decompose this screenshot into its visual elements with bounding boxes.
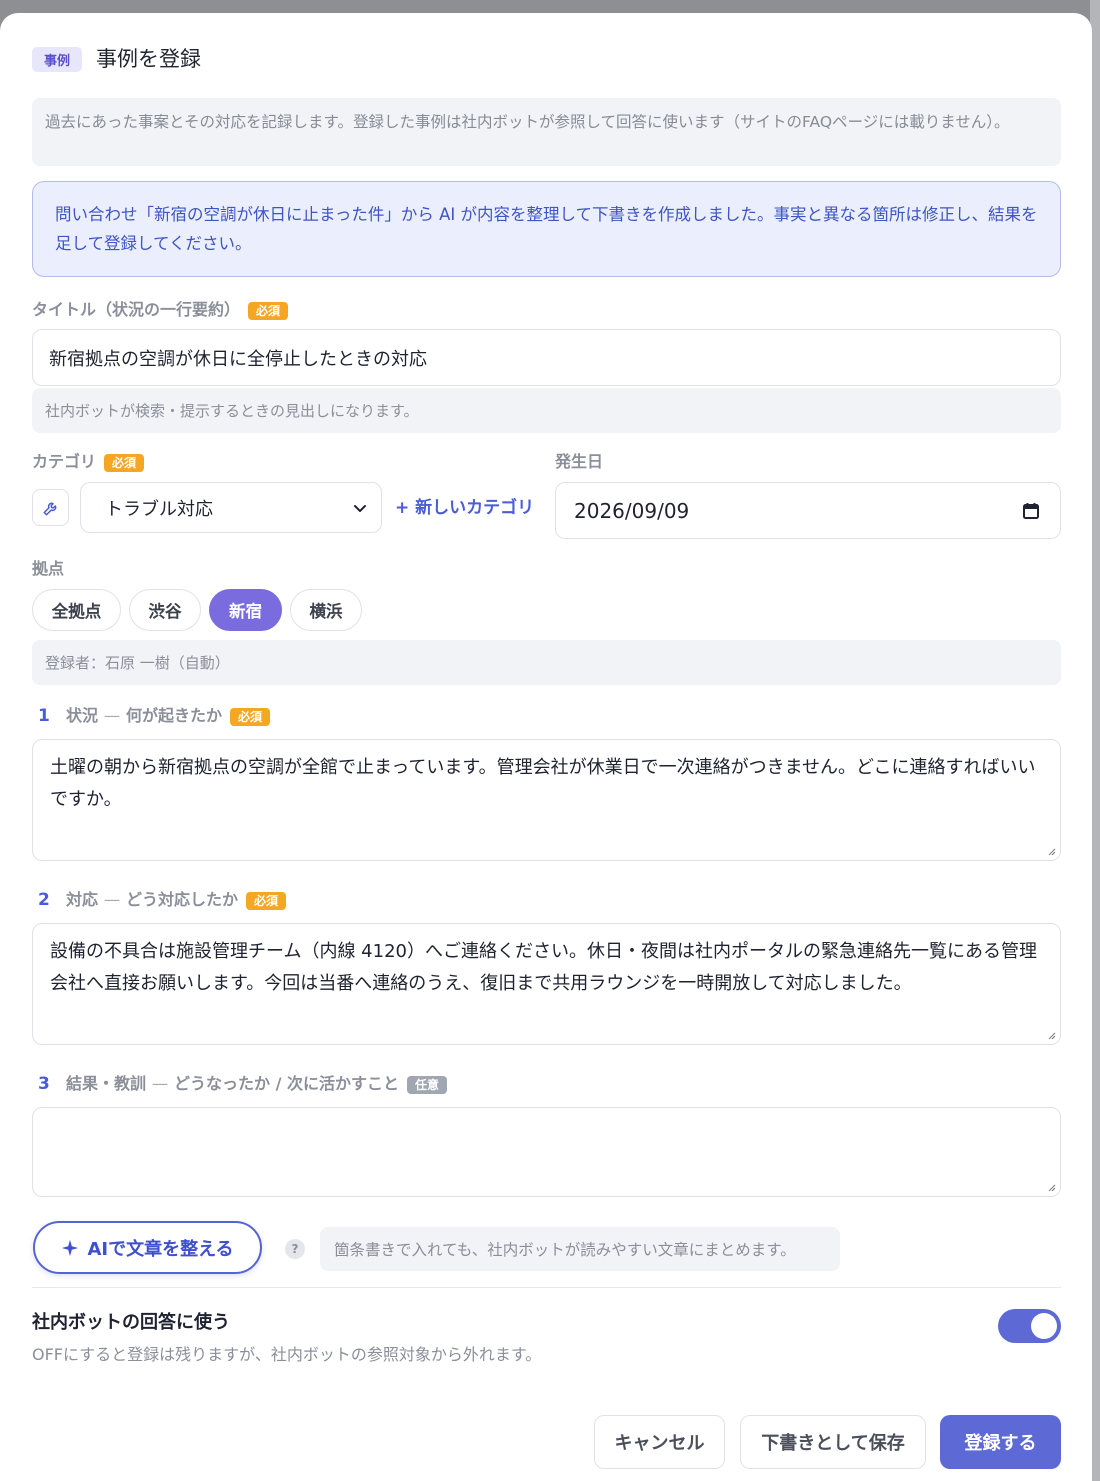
location-label: 拠点	[32, 559, 65, 578]
save-draft-button[interactable]: 下書きとして保存	[740, 1415, 926, 1469]
location-chip-yokohama[interactable]: 横浜	[290, 589, 362, 631]
em-dash: —	[104, 706, 121, 725]
required-badge: 必須	[246, 891, 287, 910]
category-field-label: カテゴリ 必須	[32, 451, 145, 473]
registrant-note: 登録者：石原 一樹（自動）	[32, 640, 1061, 685]
section-name: 対応	[66, 890, 99, 909]
divider	[32, 1287, 1061, 1288]
response-textarea[interactable]: 設備の不具合は施設管理チーム（内線 4120）へご連絡ください。休日・夜間は社内…	[32, 923, 1061, 1045]
category-label-text: カテゴリ	[32, 452, 97, 471]
calendar-icon[interactable]	[1022, 502, 1040, 520]
section-name: 結果・教訓	[66, 1074, 147, 1093]
category-select[interactable]: トラブル対応	[80, 482, 382, 533]
location-chip-shinjuku[interactable]: 新宿	[209, 589, 282, 631]
section-question: どう対応したか	[126, 890, 239, 909]
toggle-knob	[1031, 1313, 1057, 1339]
optional-badge: 任意	[407, 1075, 448, 1094]
title-label-text: タイトル（状況の一行要約）	[32, 300, 241, 319]
title-input[interactable]: 新宿拠点の空調が休日に全停止したときの対応	[32, 329, 1061, 386]
bot-toggle-title: 社内ボットの回答に使う	[32, 1312, 230, 1333]
section-number: 3	[38, 1074, 50, 1094]
bot-usage-toggle[interactable]	[998, 1309, 1061, 1343]
resize-handle-icon[interactable]	[1046, 1182, 1056, 1192]
resize-handle-icon[interactable]	[1046, 1030, 1056, 1040]
situation-textarea[interactable]: 土曜の朝から新宿拠点の空調が全館で止まっています。管理会社が休業日で一次連絡がつ…	[32, 739, 1061, 861]
header-badge: 事例	[32, 47, 82, 72]
resize-handle-icon[interactable]	[1046, 846, 1056, 856]
date-field-label: 発生日	[555, 452, 604, 471]
ai-tidy-label: AIで文章を整える	[87, 1238, 234, 1260]
section-question: どうなったか / 次に活かすこと	[174, 1074, 400, 1093]
bot-toggle-description: OFFにすると登録は残りますが、社内ボットの参照対象から外れます。	[32, 1345, 542, 1364]
sparkle-icon	[62, 1239, 79, 1256]
required-badge: 必須	[104, 453, 145, 472]
section-response-label: 2 対応 — どう対応したか 必須	[38, 889, 287, 911]
register-case-modal: 事例 事例を登録 過去にあった事案とその対応を記録します。登録した事例は社内ボッ…	[0, 13, 1092, 1481]
section-result-label: 3 結果・教訓 — どうなったか / 次に活かすこと 任意	[38, 1073, 448, 1095]
submit-button[interactable]: 登録する	[940, 1415, 1061, 1469]
title-field-label: タイトル（状況の一行要約） 必須	[32, 299, 289, 321]
section-number: 1	[38, 706, 50, 726]
title-hint: 社内ボットが検索・提示するときの見出しになります。	[32, 388, 1061, 433]
required-badge: 必須	[230, 707, 271, 726]
result-textarea[interactable]	[32, 1107, 1061, 1197]
required-badge: 必須	[248, 301, 289, 320]
category-selected-value: トラブル対応	[105, 498, 213, 520]
intro-note: 過去にあった事案とその対応を記録します。登録した事例は社内ボットが参照して回答に…	[32, 98, 1061, 166]
em-dash: —	[104, 890, 121, 909]
response-text: 設備の不具合は施設管理チーム（内線 4120）へご連絡ください。休日・夜間は社内…	[50, 941, 1037, 994]
modal-title: 事例を登録	[96, 47, 201, 71]
section-name: 状況	[66, 706, 99, 725]
date-value: 2026/09/09	[574, 498, 690, 523]
location-chip-all[interactable]: 全拠点	[32, 589, 121, 631]
situation-text: 土曜の朝から新宿拠点の空調が全館で止まっています。管理会社が休業日で一次連絡がつ…	[50, 757, 1036, 810]
section-situation-label: 1 状況 — 何が起きたか 必須	[38, 705, 271, 727]
cancel-button[interactable]: キャンセル	[594, 1415, 725, 1469]
em-dash: —	[152, 1074, 169, 1093]
new-category-link[interactable]: + 新しいカテゴリ	[395, 494, 534, 522]
help-icon[interactable]: ?	[285, 1239, 305, 1259]
chevron-down-icon	[354, 504, 366, 512]
date-input[interactable]: 2026/09/09	[555, 482, 1061, 539]
ai-tidy-hint: 箇条書きで入れても、社内ボットが読みやすい文章にまとめます。	[320, 1227, 840, 1271]
ai-draft-banner: 問い合わせ「新宿の空調が休日に止まった件」から AI が内容を整理して下書きを作…	[32, 181, 1061, 277]
location-chip-shibuya[interactable]: 渋谷	[129, 589, 201, 631]
section-question: 何が起きたか	[126, 706, 223, 725]
wrench-icon	[32, 489, 69, 526]
section-number: 2	[38, 890, 50, 910]
ai-tidy-button[interactable]: AIで文章を整える	[33, 1221, 262, 1274]
